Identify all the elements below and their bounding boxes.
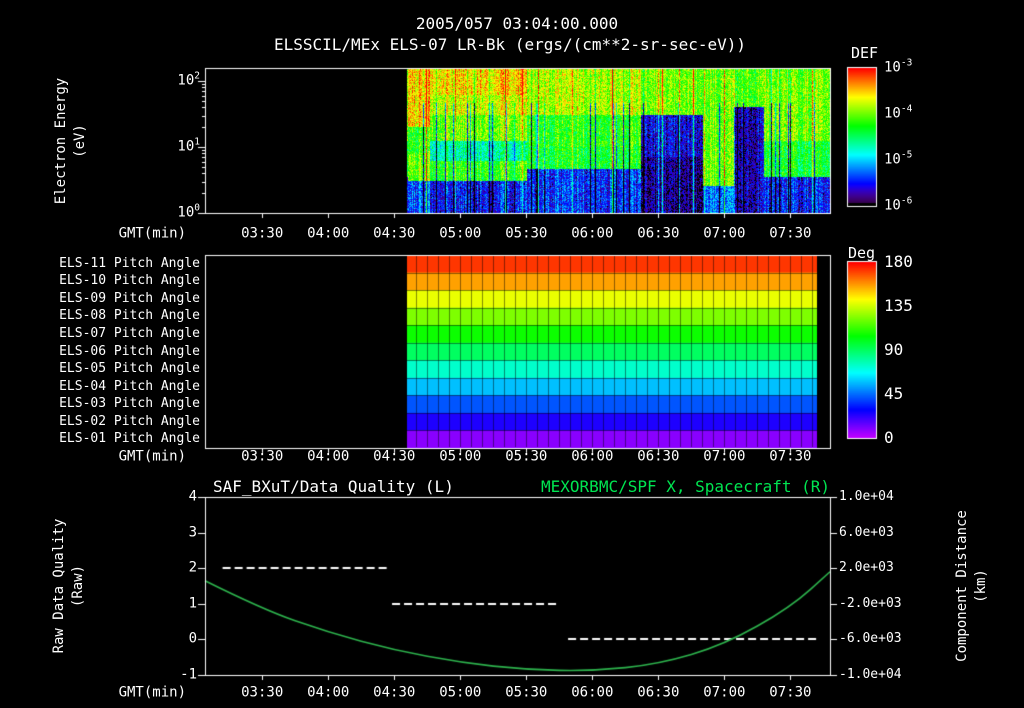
x-tick-label-1-04:00: 04:00 (307, 225, 350, 242)
energy-tick-10^0: 100 (177, 202, 200, 221)
deg-tick-90: 90 (884, 340, 904, 360)
gmt-axis-label-3: GMT(min) (118, 684, 186, 701)
deg-tick-45: 45 (884, 384, 904, 404)
def-colorbar-title: DEF (851, 43, 879, 62)
x-tick-label-2-07:30: 07:30 (769, 448, 812, 465)
x-tick-label-1-07:00: 07:00 (703, 225, 746, 242)
gmt-axis-label-1: GMT(min) (118, 225, 186, 242)
x-tick-label-2-05:30: 05:30 (505, 448, 548, 465)
x-tick-label-2-04:30: 04:30 (373, 448, 416, 465)
plot-page: 2005/057 03:04:00.000 ELSSCIL/MEx ELS-07… (0, 0, 1024, 708)
distance-tick--1.0e+04: -1.0e+04 (839, 666, 902, 682)
quality-y-axis-label: Raw Data Quality (Raw) (50, 519, 88, 654)
x-tick-label-2-05:00: 05:00 (439, 448, 482, 465)
quality-tick--1: -1 (180, 666, 197, 683)
energy-tick-10^1: 101 (177, 136, 200, 155)
def-tick-10^-4: 10-4 (884, 103, 913, 122)
x-tick-label-1-03:30: 03:30 (241, 225, 284, 242)
quality-tick-4: 4 (188, 488, 197, 505)
quality-panel-title: SAF_BXuT/Data Quality (L) (213, 477, 454, 497)
def-tick-10^-5: 10-5 (884, 149, 913, 168)
pitch-row-label-7: ELS-07 Pitch Angle (59, 325, 200, 341)
x-tick-label-1-04:30: 04:30 (373, 225, 416, 242)
distance-tick-2.0e+03: 2.0e+03 (839, 560, 894, 576)
x-tick-label-3-05:00: 05:00 (439, 684, 482, 701)
pitch-row-label-10: ELS-10 Pitch Angle (59, 273, 200, 289)
x-tick-label-3-06:00: 06:00 (571, 684, 614, 701)
spectrogram-y-axis-label-line1: Electron Energy (53, 77, 70, 205)
distance-tick-1.0e+04: 1.0e+04 (839, 488, 894, 504)
gmt-axis-label-2: GMT(min) (118, 448, 186, 465)
x-tick-label-3-05:30: 05:30 (505, 684, 548, 701)
def-tick-10^-6: 10-6 (884, 195, 913, 214)
x-tick-label-3-04:00: 04:00 (307, 684, 350, 701)
quality-tick-0: 0 (188, 630, 197, 647)
distance-y-axis-label-line2: (km) (973, 569, 989, 603)
x-tick-label-3-07:00: 07:00 (703, 684, 746, 701)
distance-y-axis-label: Component Distance (km) (953, 510, 991, 662)
x-tick-label-2-06:00: 06:00 (571, 448, 614, 465)
pitch-row-label-11: ELS-11 Pitch Angle (59, 255, 200, 271)
pitch-row-label-9: ELS-09 Pitch Angle (59, 290, 200, 306)
quality-tick-2: 2 (188, 559, 197, 576)
def-tick-10^-3: 10-3 (884, 57, 913, 76)
pitch-row-label-1: ELS-01 Pitch Angle (59, 431, 200, 447)
page-title: 2005/057 03:04:00.000 (415, 14, 619, 34)
spectrogram-y-axis-label-line2: (eV) (72, 124, 88, 158)
spectrogram-title: ELSSCIL/MEx ELS-07 LR-Bk (ergs/(cm**2-sr… (273, 35, 747, 55)
distance-tick--6.0e+03: -6.0e+03 (839, 631, 902, 647)
deg-tick-180: 180 (884, 252, 913, 272)
deg-tick-0: 0 (884, 428, 894, 448)
distance-tick-6.0e+03: 6.0e+03 (839, 524, 894, 540)
x-tick-label-1-06:30: 06:30 (637, 225, 680, 242)
x-tick-label-3-04:30: 04:30 (373, 684, 416, 701)
x-tick-label-3-07:30: 07:30 (769, 684, 812, 701)
x-tick-label-3-03:30: 03:30 (241, 684, 284, 701)
quality-tick-1: 1 (188, 595, 197, 612)
x-tick-label-3-06:30: 06:30 (637, 684, 680, 701)
x-tick-label-1-07:30: 07:30 (769, 225, 812, 242)
pitch-row-label-6: ELS-06 Pitch Angle (59, 343, 200, 359)
pitch-row-label-3: ELS-03 Pitch Angle (59, 395, 200, 411)
quality-tick-3: 3 (188, 523, 197, 540)
deg-tick-135: 135 (884, 296, 913, 316)
x-tick-label-1-05:30: 05:30 (505, 225, 548, 242)
x-tick-label-1-05:00: 05:00 (439, 225, 482, 242)
quality-y-axis-label-line1: Raw Data Quality (51, 518, 68, 654)
energy-tick-10^2: 102 (177, 70, 200, 89)
deg-colorbar-title: Deg (848, 243, 876, 262)
x-tick-label-1-06:00: 06:00 (571, 225, 614, 242)
x-tick-label-2-03:30: 03:30 (241, 448, 284, 465)
distance-tick--2.0e+03: -2.0e+03 (839, 595, 902, 611)
spacecraft-panel-title: MEXORBMC/SPF X, Spacecraft (R) (541, 477, 830, 497)
pitch-row-label-4: ELS-04 Pitch Angle (59, 378, 200, 394)
quality-y-axis-label-line2: (Raw) (70, 564, 86, 608)
x-tick-label-2-07:00: 07:00 (703, 448, 746, 465)
pitch-row-label-2: ELS-02 Pitch Angle (59, 413, 200, 429)
pitch-row-label-8: ELS-08 Pitch Angle (59, 308, 200, 324)
distance-y-axis-label-line1: Component Distance (954, 510, 971, 662)
x-tick-label-2-04:00: 04:00 (307, 448, 350, 465)
pitch-row-label-5: ELS-05 Pitch Angle (59, 360, 200, 376)
x-tick-label-2-06:30: 06:30 (637, 448, 680, 465)
spectrogram-y-axis-label: Electron Energy (eV) (52, 78, 90, 204)
